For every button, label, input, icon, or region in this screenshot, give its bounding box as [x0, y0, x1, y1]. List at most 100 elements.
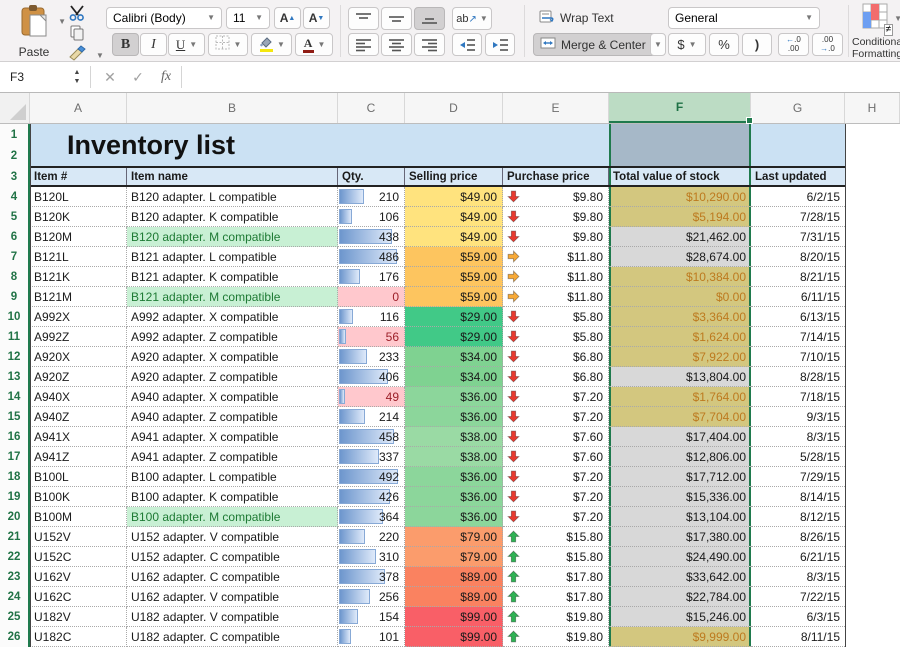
cell-qty[interactable]: 176: [338, 267, 405, 287]
cell-total-value[interactable]: $10,384.00: [609, 267, 751, 287]
cell-item-number[interactable]: A941X: [30, 427, 127, 447]
cell-selling-price[interactable]: $89.00: [405, 587, 503, 607]
cell-selling-price[interactable]: $59.00: [405, 287, 503, 307]
cell-total-value[interactable]: $13,104.00: [609, 507, 751, 527]
cell-item-number[interactable]: A992X: [30, 307, 127, 327]
font-size-select[interactable]: 11▼: [226, 7, 270, 29]
cell-purchase-price[interactable]: $11.80: [503, 247, 609, 267]
cell-item-name[interactable]: A941 adapter. X compatible: [127, 427, 338, 447]
cell-selling-price[interactable]: $36.00: [405, 407, 503, 427]
cell-total-value[interactable]: $17,380.00: [609, 527, 751, 547]
row-header-7[interactable]: 7: [0, 247, 28, 267]
cell-item-number[interactable]: B120M: [30, 227, 127, 247]
cell-item-number[interactable]: A940X: [30, 387, 127, 407]
cell-last-updated[interactable]: 8/21/15: [751, 267, 845, 287]
row-header-23[interactable]: 23: [0, 567, 28, 587]
paste-button[interactable]: ▼ Paste: [8, 4, 60, 58]
cell-purchase-price[interactable]: $6.80: [503, 347, 609, 367]
cell-item-name[interactable]: U152 adapter. V compatible: [127, 527, 338, 547]
cell-purchase-price[interactable]: $9.80: [503, 227, 609, 247]
cell-total-value[interactable]: $3,364.00: [609, 307, 751, 327]
row-header-6[interactable]: 6: [0, 227, 28, 247]
cell-qty[interactable]: 56: [338, 327, 405, 347]
cell-purchase-price[interactable]: $11.80: [503, 267, 609, 287]
cell-total-value[interactable]: $0.00: [609, 287, 751, 307]
cell-total-value[interactable]: $7,704.00: [609, 407, 751, 427]
cell-qty[interactable]: 49: [338, 387, 405, 407]
table-header-item-[interactable]: Item #: [30, 168, 127, 185]
cell-selling-price[interactable]: $38.00: [405, 427, 503, 447]
orientation-button[interactable]: ab↗▼: [452, 7, 492, 30]
cut-button[interactable]: [64, 4, 90, 22]
cell-purchase-price[interactable]: $17.80: [503, 567, 609, 587]
percent-format-button[interactable]: %: [709, 33, 739, 56]
cell-last-updated[interactable]: 8/26/15: [751, 527, 845, 547]
cell-item-number[interactable]: U162C: [30, 587, 127, 607]
cell-total-value[interactable]: $17,404.00: [609, 427, 751, 447]
cell-item-number[interactable]: U152C: [30, 547, 127, 567]
cell-qty[interactable]: 214: [338, 407, 405, 427]
cell-qty[interactable]: 426: [338, 487, 405, 507]
cell-selling-price[interactable]: $49.00: [405, 207, 503, 227]
cell-qty[interactable]: 220: [338, 527, 405, 547]
cell-selling-price[interactable]: $49.00: [405, 187, 503, 207]
cell-qty[interactable]: 256: [338, 587, 405, 607]
borders-button[interactable]: ▼: [208, 33, 248, 56]
cell-purchase-price[interactable]: $7.20: [503, 467, 609, 487]
align-bottom-button[interactable]: [414, 7, 445, 30]
cell-item-name[interactable]: A992 adapter. Z compatible: [127, 327, 338, 347]
cell-purchase-price[interactable]: $9.80: [503, 187, 609, 207]
cell-last-updated[interactable]: 7/22/15: [751, 587, 845, 607]
cell-item-number[interactable]: A941Z: [30, 447, 127, 467]
cell-last-updated[interactable]: 7/18/15: [751, 387, 845, 407]
row-header-8[interactable]: 8: [0, 267, 28, 287]
cell-purchase-price[interactable]: $7.60: [503, 427, 609, 447]
cell-qty[interactable]: 233: [338, 347, 405, 367]
cell-last-updated[interactable]: 8/14/15: [751, 487, 845, 507]
cell-item-name[interactable]: B120 adapter. L compatible: [127, 187, 338, 207]
table-header-last-updated[interactable]: Last updated: [751, 168, 845, 185]
row-header-3[interactable]: 3: [0, 166, 28, 187]
cell-item-number[interactable]: B121L: [30, 247, 127, 267]
cell-total-value[interactable]: $5,194.00: [609, 207, 751, 227]
increase-decimal-button[interactable]: ←.0.00: [778, 33, 809, 56]
table-header-total-value-of-stock[interactable]: Total value of stock: [609, 168, 751, 185]
cell-selling-price[interactable]: $36.00: [405, 507, 503, 527]
cell-purchase-price[interactable]: $11.80: [503, 287, 609, 307]
cell-purchase-price[interactable]: $7.20: [503, 387, 609, 407]
cell-item-number[interactable]: B100K: [30, 487, 127, 507]
cell-qty[interactable]: 364: [338, 507, 405, 527]
copy-button[interactable]: ▼: [64, 24, 90, 42]
cell-last-updated[interactable]: 7/29/15: [751, 467, 845, 487]
name-box[interactable]: F3: [0, 62, 66, 92]
decrease-decimal-button[interactable]: .00→.0: [812, 33, 843, 56]
cell-item-name[interactable]: B121 adapter. M compatible: [127, 287, 338, 307]
cell-total-value[interactable]: $7,922.00: [609, 347, 751, 367]
cell-qty[interactable]: 458: [338, 427, 405, 447]
cell-item-number[interactable]: A920Z: [30, 367, 127, 387]
cell-purchase-price[interactable]: $7.20: [503, 507, 609, 527]
cell-total-value[interactable]: $21,462.00: [609, 227, 751, 247]
cell-last-updated[interactable]: 6/3/15: [751, 607, 845, 627]
cell-selling-price[interactable]: $49.00: [405, 227, 503, 247]
cell-total-value[interactable]: $1,764.00: [609, 387, 751, 407]
cell-total-value[interactable]: $28,674.00: [609, 247, 751, 267]
fill-color-button[interactable]: ▼: [251, 33, 292, 56]
currency-format-button[interactable]: $▼: [668, 33, 706, 56]
cell-item-name[interactable]: B120 adapter. K compatible: [127, 207, 338, 227]
cell-purchase-price[interactable]: $5.80: [503, 307, 609, 327]
cell-qty[interactable]: 378: [338, 567, 405, 587]
column-header-D[interactable]: D: [405, 93, 503, 123]
wrap-text-button[interactable]: Wrap Text: [533, 7, 645, 29]
row-header-5[interactable]: 5: [0, 207, 28, 227]
cell-selling-price[interactable]: $34.00: [405, 347, 503, 367]
cell-purchase-price[interactable]: $15.80: [503, 527, 609, 547]
align-middle-button[interactable]: [381, 7, 412, 30]
cell-purchase-price[interactable]: $17.80: [503, 587, 609, 607]
column-header-G[interactable]: G: [751, 93, 845, 123]
row-header-20[interactable]: 20: [0, 507, 28, 527]
row-header-16[interactable]: 16: [0, 427, 28, 447]
cell-item-number[interactable]: B121K: [30, 267, 127, 287]
cell-item-number[interactable]: U182V: [30, 607, 127, 627]
underline-button[interactable]: U▼: [168, 33, 205, 56]
